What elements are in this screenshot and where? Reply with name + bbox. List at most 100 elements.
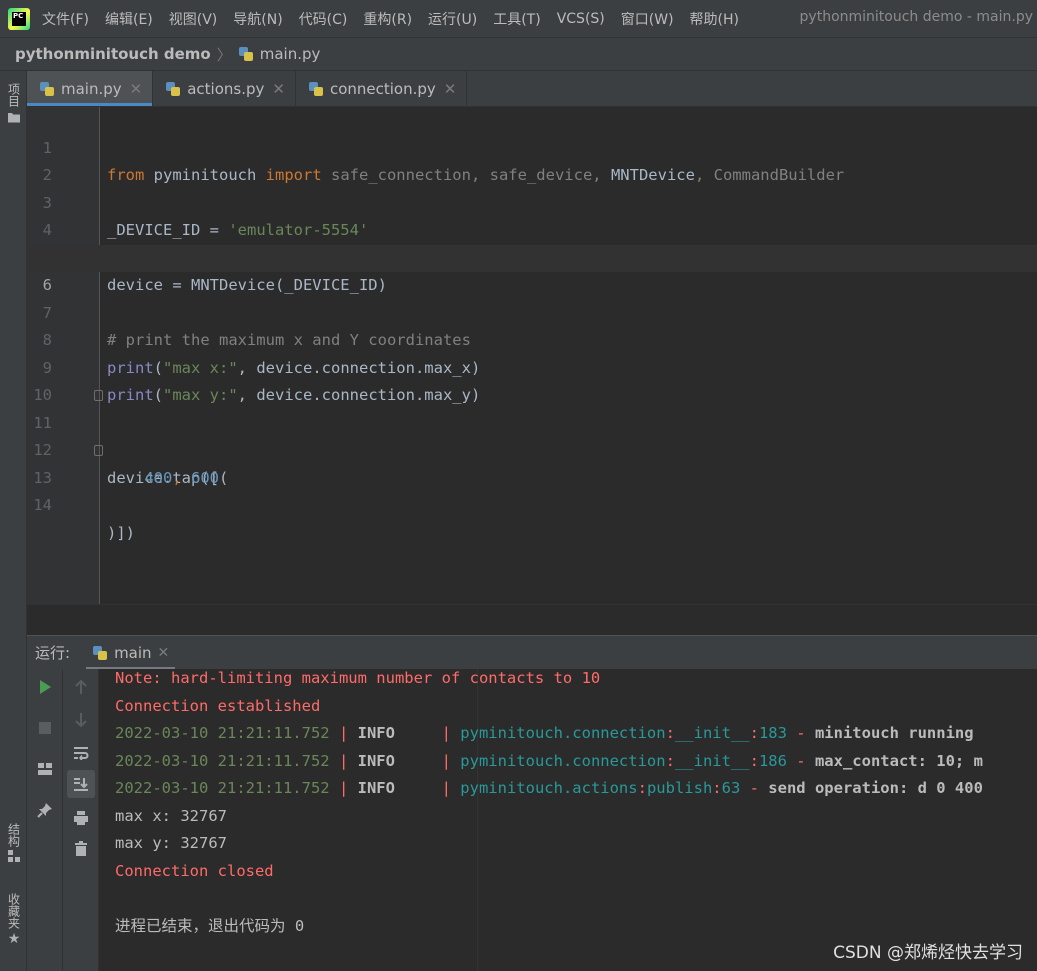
log-level: INFO xyxy=(357,751,433,770)
log-dash: - xyxy=(786,751,815,770)
log-function: publish xyxy=(646,779,713,797)
breadcrumb-file-label: main.py xyxy=(259,45,321,63)
log-colon: : xyxy=(665,751,675,770)
code-line[interactable]: 11 device.tap([( xyxy=(27,382,1037,487)
code-line[interactable]: 2 xyxy=(27,135,1037,184)
menu-view[interactable]: 视图(V) xyxy=(169,9,218,29)
console-line: Connection established xyxy=(115,696,321,715)
breadcrumb-project[interactable]: pythonminitouch demo xyxy=(15,45,211,63)
console-divider xyxy=(477,669,478,971)
menu-help[interactable]: 帮助(H) xyxy=(690,9,739,29)
arrow-up-icon xyxy=(75,679,87,694)
close-icon[interactable]: ✕ xyxy=(272,80,285,98)
trash-icon xyxy=(75,841,87,856)
tab-label: connection.py xyxy=(329,79,436,98)
menu-refactor[interactable]: 重构(R) xyxy=(363,9,412,29)
fold-marker-icon[interactable] xyxy=(94,390,103,401)
tab-connection-py[interactable]: connection.py ✕ xyxy=(296,71,468,106)
menu-code[interactable]: 代码(C) xyxy=(299,9,348,29)
code-line[interactable]: 1 from pyminitouch import safe_connectio… xyxy=(27,107,1037,185)
stop-button[interactable] xyxy=(31,714,59,742)
log-dash: - xyxy=(786,724,815,742)
print-button[interactable] xyxy=(67,804,95,832)
clear-button[interactable] xyxy=(67,835,95,863)
log-pipe: | xyxy=(432,779,461,797)
scroll-to-end-button[interactable] xyxy=(67,770,95,798)
tab-label: actions.py xyxy=(187,79,265,98)
log-level: INFO xyxy=(357,779,433,797)
editor-bottom-area xyxy=(27,604,1037,635)
tab-main-py[interactable]: main.py ✕ xyxy=(27,71,154,106)
code-line[interactable]: 10 xyxy=(27,355,1037,404)
breadcrumb-file[interactable]: main.py xyxy=(238,45,321,63)
console-log-line: 2022-03-10 21:21:11.752 | INFO | pyminit… xyxy=(115,748,983,776)
python-file-icon xyxy=(39,81,55,97)
window-title: pythonminitouch demo - main.py xyxy=(799,9,1033,25)
tab-label: main.py xyxy=(61,79,122,98)
favorites-tool-button[interactable]: 收藏夹 ★ xyxy=(3,893,25,947)
log-timestamp: 2022-03-10 21:21:11.752 xyxy=(115,779,330,797)
play-icon xyxy=(40,680,51,694)
code-line[interactable]: 14 xyxy=(27,465,1037,514)
close-icon[interactable]: ✕ xyxy=(130,80,143,98)
stop-icon xyxy=(39,722,51,734)
menu-window[interactable]: 窗口(W) xyxy=(621,9,674,29)
menu-navigate[interactable]: 导航(N) xyxy=(233,9,282,29)
pycharm-logo-icon[interactable]: PC xyxy=(8,7,30,30)
console-log-line: 2022-03-10 21:21:11.752 | INFO | pyminit… xyxy=(115,720,974,748)
run-panel-label: 运行: xyxy=(35,644,71,662)
log-pipe: | xyxy=(329,779,358,797)
scroll-down-button[interactable] xyxy=(67,706,95,734)
python-file-icon xyxy=(165,81,181,97)
console-line: max y: 32767 xyxy=(115,834,227,852)
menu-file[interactable]: 文件(F) xyxy=(42,9,89,29)
menu-vcs[interactable]: VCS(S) xyxy=(557,11,605,27)
code-line[interactable]: 13 )]) xyxy=(27,437,1037,542)
code-line[interactable]: 8 print("max x:", device.connection.max_… xyxy=(27,300,1037,377)
pin-icon xyxy=(37,803,52,818)
run-toolbar-secondary xyxy=(63,669,99,971)
close-icon[interactable]: ✕ xyxy=(158,645,170,661)
log-colon: : xyxy=(749,751,759,770)
scroll-to-end-icon xyxy=(74,778,88,791)
fold-marker-icon[interactable] xyxy=(94,445,103,456)
structure-tool-button[interactable]: 结构 xyxy=(3,823,25,863)
tab-actions-py[interactable]: actions.py ✕ xyxy=(153,71,296,106)
code-line[interactable]: 5 device = MNTDevice(_DEVICE_ID) xyxy=(27,217,1037,295)
structure-icon xyxy=(8,850,20,862)
project-tool-button[interactable]: 项目 xyxy=(3,83,25,123)
menu-run[interactable]: 运行(U) xyxy=(428,9,477,29)
menu-edit[interactable]: 编辑(E) xyxy=(105,9,153,29)
run-tab-main[interactable]: main ✕ xyxy=(86,636,176,670)
soft-wrap-button[interactable] xyxy=(67,739,95,767)
log-message: max_contact: 10; m xyxy=(814,751,983,770)
log-colon: : xyxy=(712,779,722,797)
code-line[interactable]: 4 xyxy=(27,190,1037,239)
current-code-line[interactable]: 6 xyxy=(27,244,1037,294)
log-colon: : xyxy=(665,724,675,742)
layout-icon xyxy=(38,763,52,775)
left-tool-strip: 项目 结构 收藏夹 ★ xyxy=(0,71,27,971)
python-file-icon xyxy=(308,81,324,97)
code-line[interactable]: 12 400, 600 xyxy=(27,410,1037,487)
run-tab-label: main xyxy=(114,643,152,662)
layout-button[interactable] xyxy=(31,755,59,783)
menu-tools[interactable]: 工具(T) xyxy=(493,9,540,29)
rerun-button[interactable] xyxy=(31,673,59,701)
project-tool-label: 项目 xyxy=(6,83,21,107)
star-icon: ★ xyxy=(7,931,21,947)
log-function: __init__ xyxy=(674,751,750,770)
code-line[interactable]: 3 _DEVICE_ID = 'emulator-5554' xyxy=(27,162,1037,240)
log-message: send operation: d 0 400 xyxy=(768,779,983,797)
log-timestamp: 2022-03-10 21:21:11.752 xyxy=(115,751,330,770)
logo-text: PC xyxy=(12,11,26,26)
run-console[interactable]: Note: hard-limiting maximum number of co… xyxy=(99,669,1037,971)
close-icon[interactable]: ✕ xyxy=(444,80,457,98)
scroll-up-button[interactable] xyxy=(67,673,95,701)
code-editor[interactable]: 1 from pyminitouch import safe_connectio… xyxy=(27,107,1037,604)
log-pipe: | xyxy=(329,724,358,742)
code-line[interactable]: 7 # print the maximum x and Y coordinate… xyxy=(27,272,1037,350)
pin-button[interactable] xyxy=(31,796,59,824)
code-line[interactable]: 9 print("max y:", device.connection.max_… xyxy=(27,327,1037,405)
line-number: 14 xyxy=(33,496,52,514)
